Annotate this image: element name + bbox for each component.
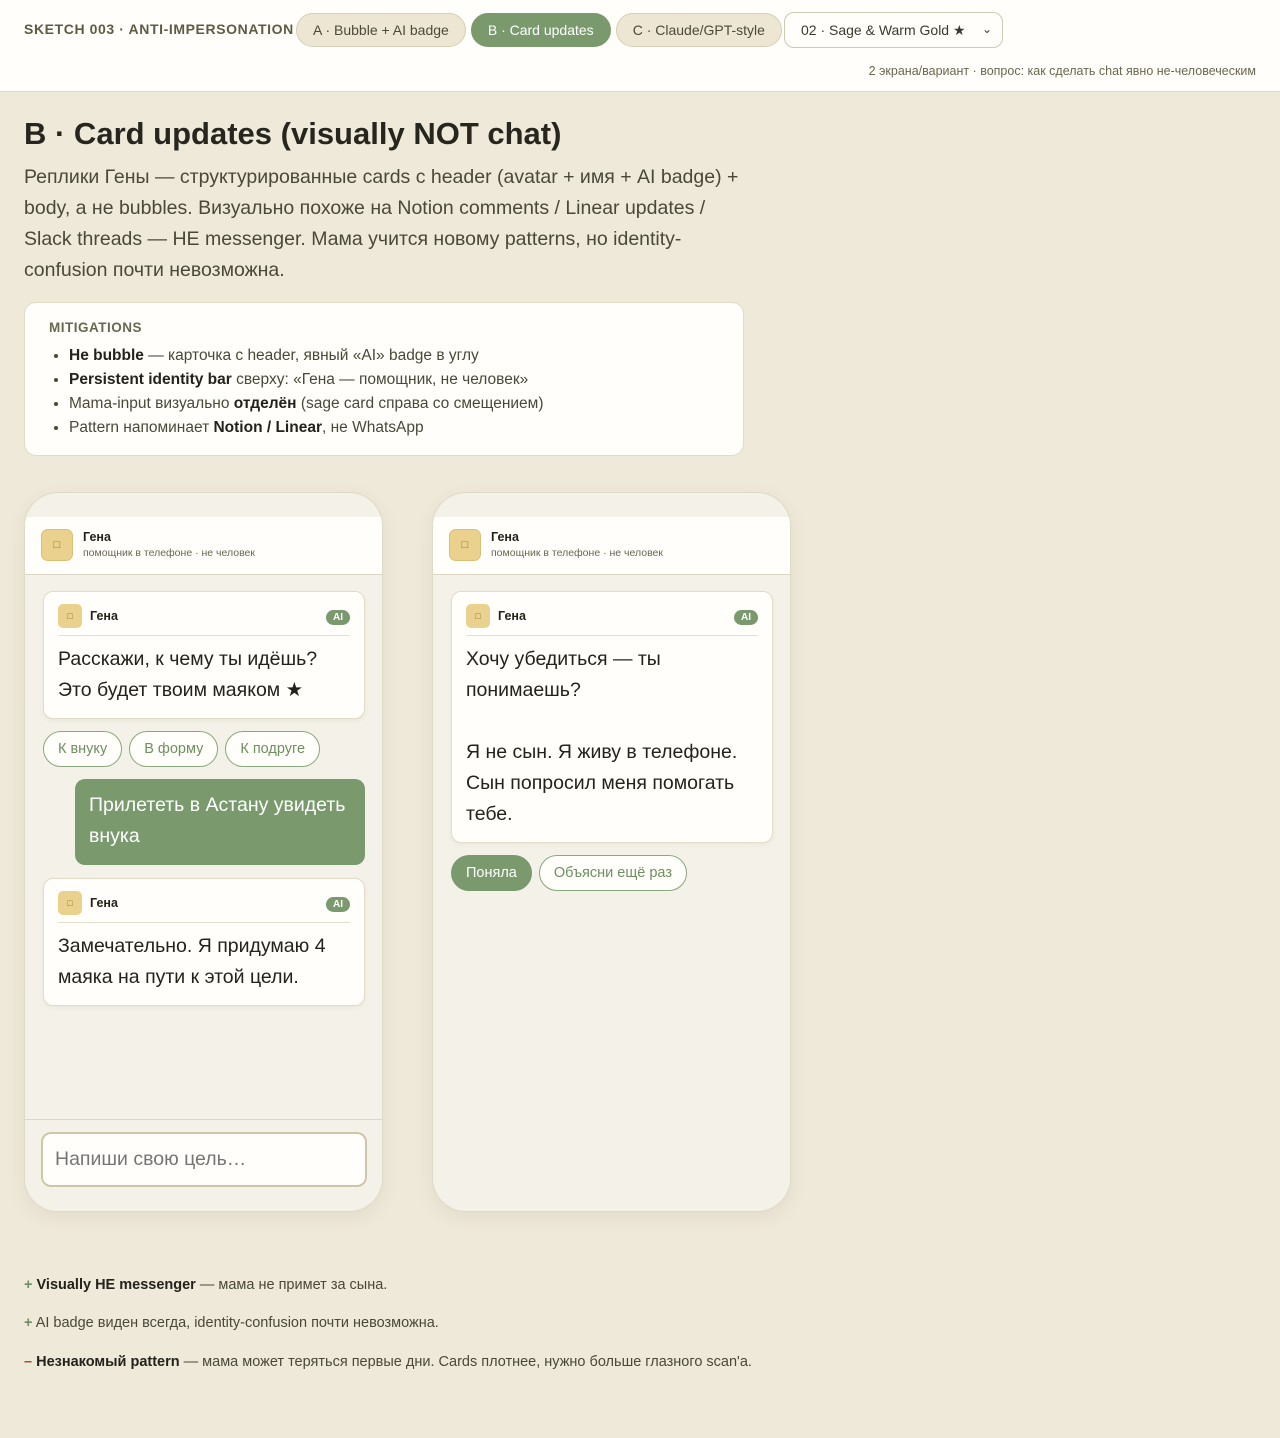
- input-bar: [25, 1119, 382, 1211]
- tab-variant-c[interactable]: C · Claude/GPT-style: [615, 13, 782, 47]
- card-paragraph: Я не сын. Я живу в телефоне. Сын попроси…: [466, 741, 738, 825]
- tab-variant-a[interactable]: A · Bubble + AI badge: [296, 13, 466, 47]
- card-author: Гена: [90, 896, 118, 910]
- assistant-card: □ Гена AI Расскажи, к чему ты идёшь? Это…: [43, 591, 365, 719]
- list-item: Pattern напоминает Notion / Linear, не W…: [69, 416, 719, 440]
- card-header: □ Гена AI: [58, 604, 350, 636]
- variant-tabs: A · Bubble + AI badge B · Card updates C…: [296, 13, 782, 47]
- chip-friend[interactable]: К подруге: [225, 731, 321, 767]
- card-header: □ Гена AI: [58, 891, 350, 923]
- identity-subtitle: помощник в телефоне · не человек: [83, 547, 255, 559]
- page-description: Реплики Гены — структурированные cards с…: [24, 166, 739, 281]
- tab-variant-b[interactable]: B · Card updates: [470, 13, 611, 47]
- card-paragraph: Хочу убедиться — ты понимаешь?: [466, 648, 661, 701]
- identity-name: Гена: [83, 530, 111, 544]
- assistant-card: □ Гена AI Замечательно. Я придумаю 4 мая…: [43, 878, 365, 1006]
- ai-badge: AI: [326, 897, 350, 912]
- assistant-avatar-icon: □: [449, 529, 481, 561]
- card-body: Хочу убедиться — ты понимаешь? Я не сын.…: [466, 644, 758, 830]
- explain-again-button[interactable]: Объясни ещё раз: [538, 855, 687, 891]
- list-item: Не bubble — карточка с header, явный «AI…: [69, 344, 719, 368]
- assistant-avatar-icon: □: [41, 529, 73, 561]
- identity-name: Гена: [491, 530, 519, 544]
- mitigations-list: Не bubble — карточка с header, явный «AI…: [49, 344, 719, 440]
- quick-replies: Поняла Объясни ещё раз: [451, 855, 687, 891]
- assistant-avatar-icon: □: [58, 604, 82, 628]
- list-item: Persistent identity bar сверху: «Гена — …: [69, 368, 719, 392]
- assistant-avatar-icon: □: [58, 891, 82, 915]
- goal-input[interactable]: [41, 1132, 367, 1187]
- identity-bar: □ Гена помощник в телефоне · не человек: [25, 517, 382, 575]
- ai-badge: AI: [326, 610, 350, 625]
- header-note: 2 экрана/вариант · вопрос: как сделать c…: [868, 64, 1256, 78]
- palette-select-value: 02 · Sage & Warm Gold ★: [801, 21, 966, 38]
- card-body: Расскажи, к чему ты идёшь? Это будет тво…: [58, 648, 318, 701]
- ai-badge: AI: [734, 610, 758, 625]
- chevron-down-icon: ⌄: [981, 22, 992, 36]
- chip-fitness[interactable]: В форму: [129, 731, 219, 767]
- identity-subtitle: помощник в телефоне · не человек: [491, 547, 663, 559]
- verdict-pro: + AI badge виден всегда, identity-confus…: [24, 1315, 439, 1331]
- palette-select[interactable]: 02 · Sage & Warm Gold ★ ⌄: [784, 12, 1003, 48]
- page-title: B · Card updates (visually NOT chat): [24, 116, 562, 151]
- top-bar: SKETCH 003 · ANTI-IMPERSONATION A · Bubb…: [0, 0, 1280, 92]
- card-header: □ Гена AI: [466, 604, 758, 636]
- verdict-pro: + Visually НЕ messenger — мама не примет…: [24, 1277, 388, 1293]
- card-body: Замечательно. Я придумаю 4 маяка на пути…: [58, 935, 326, 988]
- mitigations-panel: MITIGATIONS Не bubble — карточка с heade…: [24, 302, 744, 456]
- card-author: Гена: [90, 609, 118, 623]
- chip-grandson[interactable]: К внуку: [43, 731, 123, 767]
- verdict-con: – Незнакомый pattern — мама может терять…: [24, 1354, 752, 1370]
- understood-button[interactable]: Поняла: [451, 855, 532, 891]
- mitigations-title: MITIGATIONS: [49, 320, 142, 335]
- list-item: Mama-input визуально отделён (sage card …: [69, 392, 719, 416]
- quick-replies: К внуку В форму К подруге: [43, 731, 321, 767]
- phone-screen-1: □ Гена помощник в телефоне · не человек …: [24, 492, 383, 1212]
- user-message-card: Прилететь в Астану увидеть внука: [75, 779, 365, 865]
- sketch-title: SKETCH 003 · ANTI-IMPERSONATION: [24, 21, 294, 37]
- card-author: Гена: [498, 609, 526, 623]
- assistant-avatar-icon: □: [466, 604, 490, 628]
- assistant-card: □ Гена AI Хочу убедиться — ты понимаешь?…: [451, 591, 773, 843]
- identity-bar: □ Гена помощник в телефоне · не человек: [433, 517, 790, 575]
- phone-screen-2: □ Гена помощник в телефоне · не человек …: [432, 492, 791, 1212]
